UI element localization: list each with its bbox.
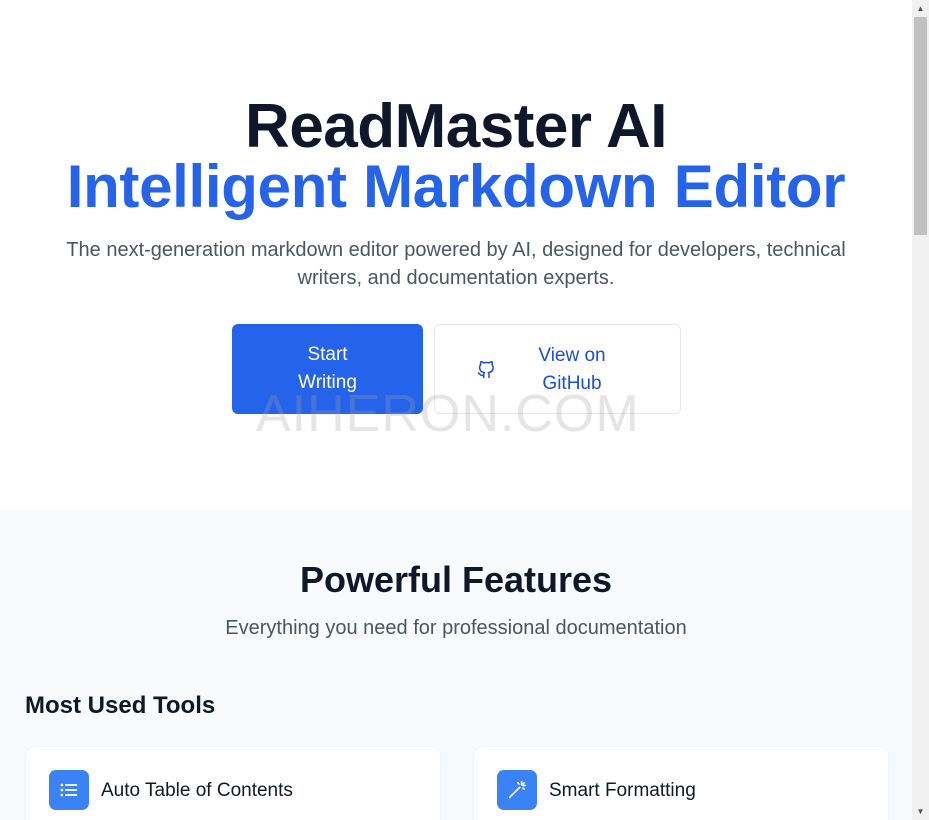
vertical-scrollbar[interactable]: ▲ ▼ <box>912 0 929 820</box>
features-section: Powerful Features Everything you need fo… <box>0 510 912 820</box>
feature-card-label: Smart Formatting <box>549 780 696 801</box>
page-viewport: ReadMaster AI Intelligent Markdown Edito… <box>0 0 912 820</box>
scroll-down-arrow-icon[interactable]: ▼ <box>912 803 929 820</box>
start-writing-label: Start Writing <box>298 344 357 393</box>
view-on-github-button[interactable]: View on GitHub <box>434 324 681 414</box>
list-icon <box>49 770 89 810</box>
scroll-up-arrow-icon[interactable]: ▲ <box>912 0 929 17</box>
most-used-tools-heading: Most Used Tools <box>25 692 216 719</box>
view-on-github-label: View on GitHub <box>538 345 606 394</box>
start-writing-button[interactable]: Start Writing <box>232 324 423 414</box>
features-title: Powerful Features <box>299 559 613 600</box>
features-description: Everything you need for professional doc… <box>225 617 687 639</box>
github-icon <box>477 361 494 379</box>
scrollbar-thumb[interactable] <box>914 17 927 235</box>
feature-card-label: Auto Table of Contents <box>101 780 293 801</box>
hero-section: ReadMaster AI Intelligent Markdown Edito… <box>0 0 912 510</box>
magic-wand-icon <box>497 770 537 810</box>
feature-card-auto-toc[interactable]: Auto Table of Contents <box>25 746 441 820</box>
feature-card-smart-formatting[interactable]: Smart Formatting <box>473 746 889 820</box>
hero-subtitle: Intelligent Markdown Editor <box>66 153 846 220</box>
hero-description: The next-generation markdown editor powe… <box>66 239 846 289</box>
